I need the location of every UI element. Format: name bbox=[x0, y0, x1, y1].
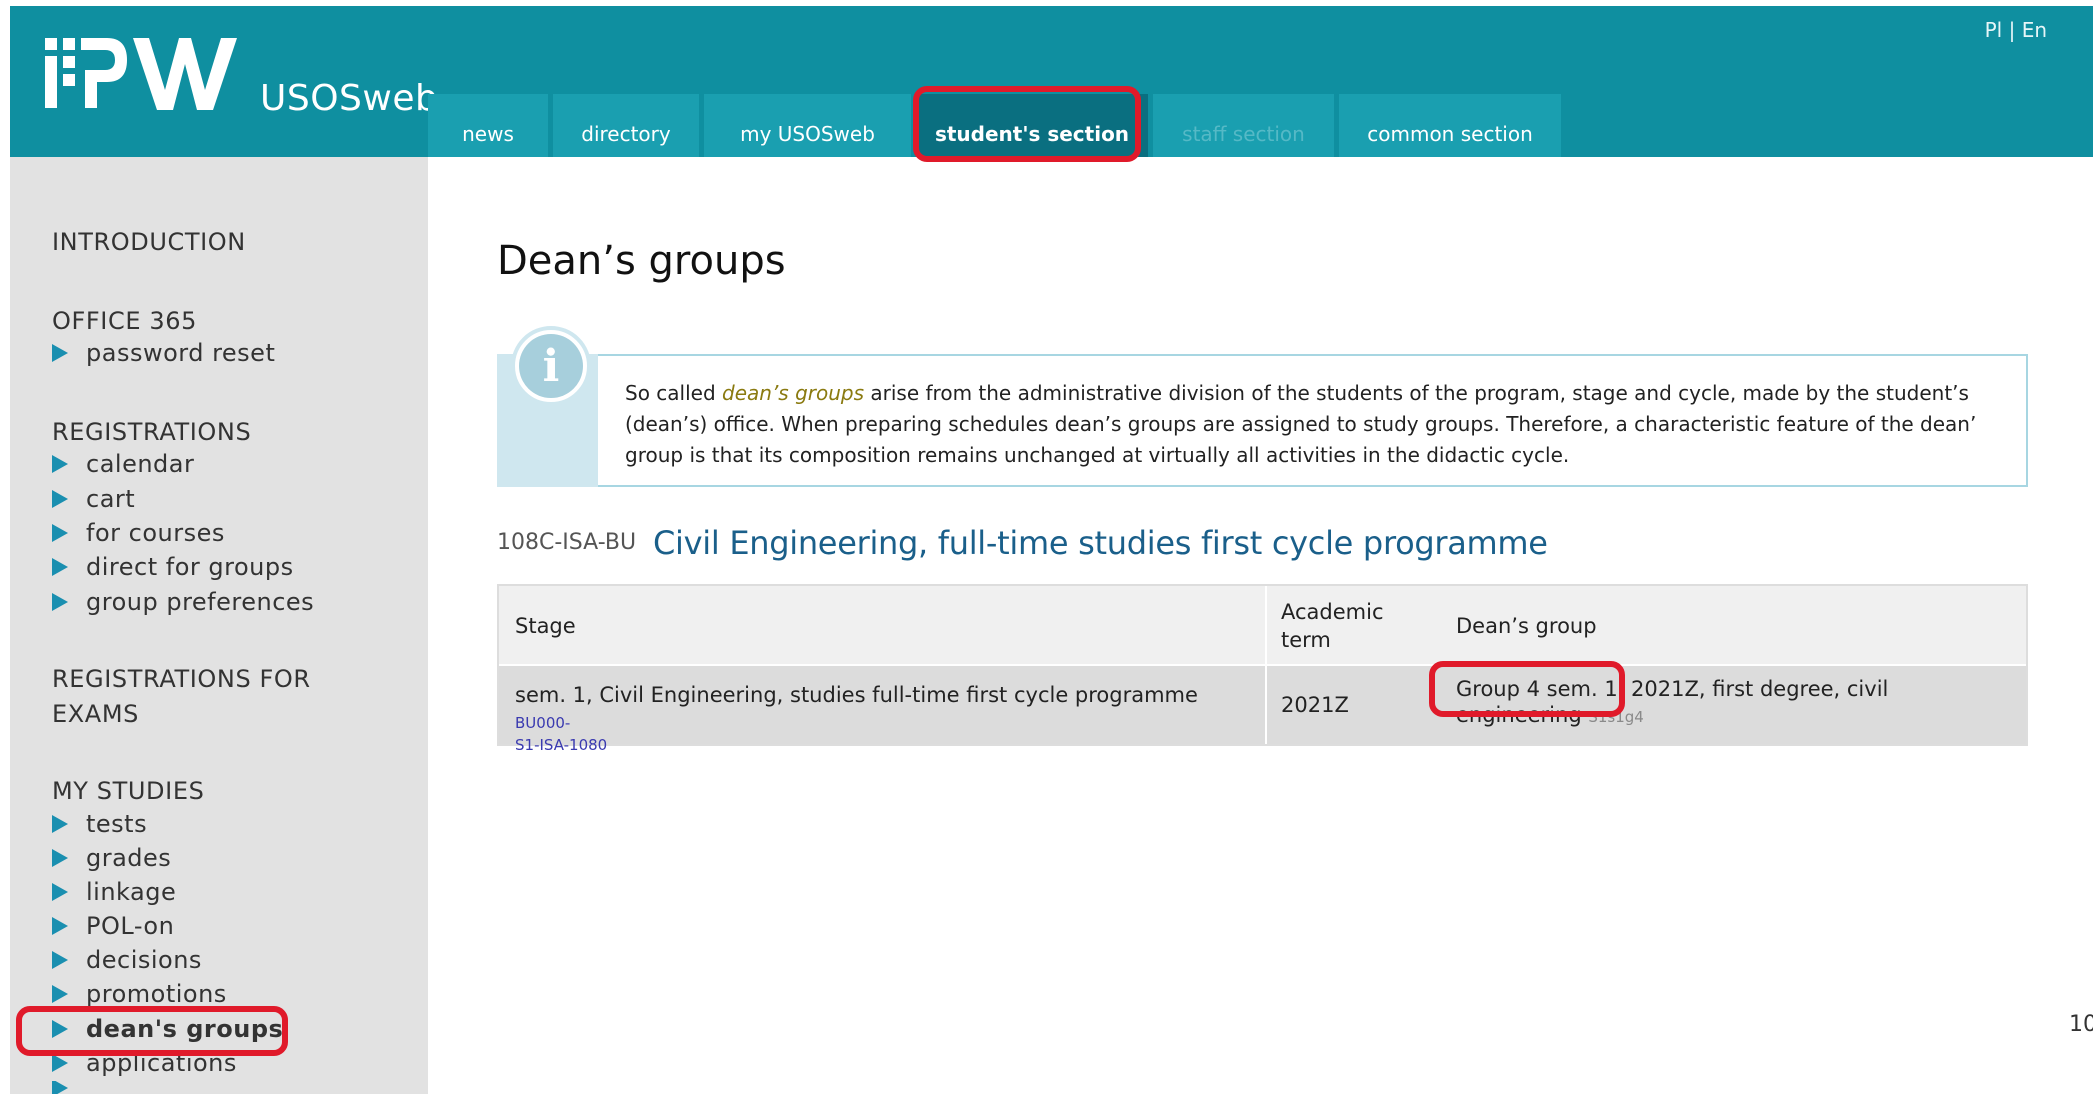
sidebar-item-label: linkage bbox=[86, 878, 177, 906]
triangle-right-icon bbox=[52, 849, 68, 867]
triangle-right-icon bbox=[52, 951, 68, 969]
sidebar-item-label: decisions bbox=[86, 946, 202, 974]
stage-code-link[interactable]: BU000- bbox=[515, 714, 570, 732]
info-text: So called dean’s groups arise from the a… bbox=[625, 378, 2015, 471]
main-nav-tabs: news directory my USOSweb student's sect… bbox=[428, 94, 1561, 157]
page-title: Dean’s groups bbox=[497, 238, 786, 284]
slide-page-number: 10 bbox=[2069, 1012, 2093, 1037]
programme-code: 108C-ISA-BU bbox=[497, 530, 637, 555]
triangle-right-icon bbox=[52, 490, 68, 508]
sidebar-item-pol-on[interactable]: POL-on bbox=[52, 909, 174, 943]
cell-stage: sem. 1, Civil Engineering, studies full-… bbox=[515, 683, 1198, 754]
lang-separator: | bbox=[2002, 18, 2022, 42]
sidebar-item-label: grades bbox=[86, 844, 172, 872]
sidebar-item-label: POL-on bbox=[86, 912, 175, 940]
info-icon: i bbox=[511, 326, 591, 406]
triangle-right-icon bbox=[52, 985, 68, 1003]
triangle-right-icon bbox=[52, 1020, 68, 1038]
group-name-link[interactable]: Group 4 sem. 1 bbox=[1456, 677, 1618, 701]
language-switcher: Pl | En bbox=[1985, 18, 2047, 42]
section-title-line1: REGISTRATIONS FOR bbox=[52, 665, 311, 693]
info-box: i So called dean’s groups arise from the… bbox=[497, 326, 2028, 487]
sidebar-section-office365[interactable]: OFFICE 365 bbox=[52, 304, 197, 339]
table-row: sem. 1, Civil Engineering, studies full-… bbox=[499, 666, 2026, 754]
sidebar-item-label: dean's groups bbox=[86, 1015, 284, 1043]
header-academic-term: Academic term bbox=[1281, 600, 1384, 652]
table-header: Stage Academic term Dean’s group bbox=[499, 586, 2026, 666]
top-header: USOSweb Pl | En news directory my USOSwe… bbox=[10, 6, 2093, 157]
sidebar-item-label: calendar bbox=[86, 450, 195, 478]
sidebar-item-cart[interactable]: cart bbox=[52, 482, 135, 516]
tab-my-usosweb[interactable]: my USOSweb bbox=[704, 94, 911, 157]
info-term-deans-groups: dean’s groups bbox=[722, 381, 865, 405]
triangle-right-icon bbox=[52, 1054, 68, 1072]
triangle-right-icon bbox=[52, 455, 68, 473]
sidebar-item-label: direct for groups bbox=[86, 553, 294, 581]
sidebar-item-label: cart bbox=[86, 485, 136, 513]
sidebar-item-direct-for-groups[interactable]: direct for groups bbox=[52, 550, 294, 584]
sidebar-item-password-reset[interactable]: password reset bbox=[52, 336, 275, 370]
sidebar-item-applications[interactable]: applications bbox=[52, 1046, 237, 1080]
section-title-line2: EXAMS bbox=[52, 700, 139, 728]
sidebar-item-grades[interactable]: grades bbox=[52, 841, 171, 875]
triangle-right-icon bbox=[52, 344, 68, 362]
sidebar-item-group-preferences[interactable]: group preferences bbox=[52, 585, 314, 619]
sidebar-item-for-courses[interactable]: for courses bbox=[52, 516, 225, 550]
info-text-before: So called bbox=[625, 381, 723, 405]
tab-news[interactable]: news bbox=[428, 94, 548, 157]
sidebar-item-label: password reset bbox=[86, 339, 276, 367]
header-stage: Stage bbox=[515, 614, 576, 638]
triangle-right-icon bbox=[52, 1081, 68, 1094]
sidebar-section-registrations[interactable]: REGISTRATIONS bbox=[52, 415, 251, 450]
sidebar-item-promotions[interactable]: promotions bbox=[52, 977, 227, 1011]
triangle-right-icon bbox=[52, 883, 68, 901]
sidebar-item-decisions[interactable]: decisions bbox=[52, 943, 202, 977]
sidebar-item-cut-off bbox=[52, 1081, 86, 1094]
triangle-right-icon bbox=[52, 815, 68, 833]
cell-deans-group: Group 4 sem. 1 2021Z, first degree, civi… bbox=[1456, 677, 1889, 727]
triangle-right-icon bbox=[52, 524, 68, 542]
sidebar-item-label: applications bbox=[86, 1049, 237, 1077]
sidebar-item-label: promotions bbox=[86, 980, 227, 1008]
left-sidebar: INTRODUCTION OFFICE 365 password reset R… bbox=[10, 157, 428, 1094]
sidebar-item-label: for courses bbox=[86, 519, 225, 547]
tab-students-section[interactable]: student's section bbox=[916, 94, 1148, 157]
deans-groups-table: Stage Academic term Dean’s group sem. 1,… bbox=[497, 584, 2028, 754]
stage-code-link-cont[interactable]: S1-ISA-1080 bbox=[515, 736, 607, 754]
sidebar-item-calendar[interactable]: calendar bbox=[52, 447, 194, 481]
lang-pl-link[interactable]: Pl bbox=[1985, 18, 2003, 42]
usosweb-logo-text: USOSweb bbox=[260, 78, 439, 119]
sidebar-item-deans-groups[interactable]: dean's groups bbox=[52, 1012, 283, 1046]
sidebar-item-linkage[interactable]: linkage bbox=[52, 875, 176, 909]
sidebar-section-my-studies[interactable]: MY STUDIES bbox=[52, 774, 204, 809]
programme-title-link[interactable]: Civil Engineering, full-time studies fir… bbox=[653, 524, 1548, 562]
triangle-right-icon bbox=[52, 558, 68, 576]
group-code: S1s1g4 bbox=[1588, 708, 1644, 726]
sidebar-section-registrations-exams[interactable]: REGISTRATIONS FOR EXAMS bbox=[52, 662, 311, 732]
pw-logo-icon bbox=[45, 38, 237, 110]
lang-en-link[interactable]: En bbox=[2022, 18, 2047, 42]
tab-common-section[interactable]: common section bbox=[1339, 94, 1561, 157]
sidebar-item-tests[interactable]: tests bbox=[52, 807, 147, 841]
sidebar-introduction[interactable]: INTRODUCTION bbox=[52, 225, 246, 260]
triangle-right-icon bbox=[52, 593, 68, 611]
cell-academic-term: 2021Z bbox=[1281, 693, 1349, 717]
triangle-right-icon bbox=[52, 917, 68, 935]
sidebar-item-label: tests bbox=[86, 810, 148, 838]
header-deans-group: Dean’s group bbox=[1456, 614, 1597, 638]
sidebar-item-label: group preferences bbox=[86, 588, 315, 616]
tab-directory[interactable]: directory bbox=[553, 94, 699, 157]
tab-staff-section: staff section bbox=[1153, 94, 1334, 157]
